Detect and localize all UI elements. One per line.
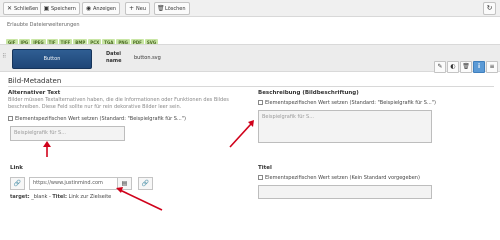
arrow-link [119,189,163,211]
arrow-caption [229,123,252,148]
arrow-head [43,141,51,147]
annotation-arrows [43,120,254,211]
arrow-head [116,187,123,193]
